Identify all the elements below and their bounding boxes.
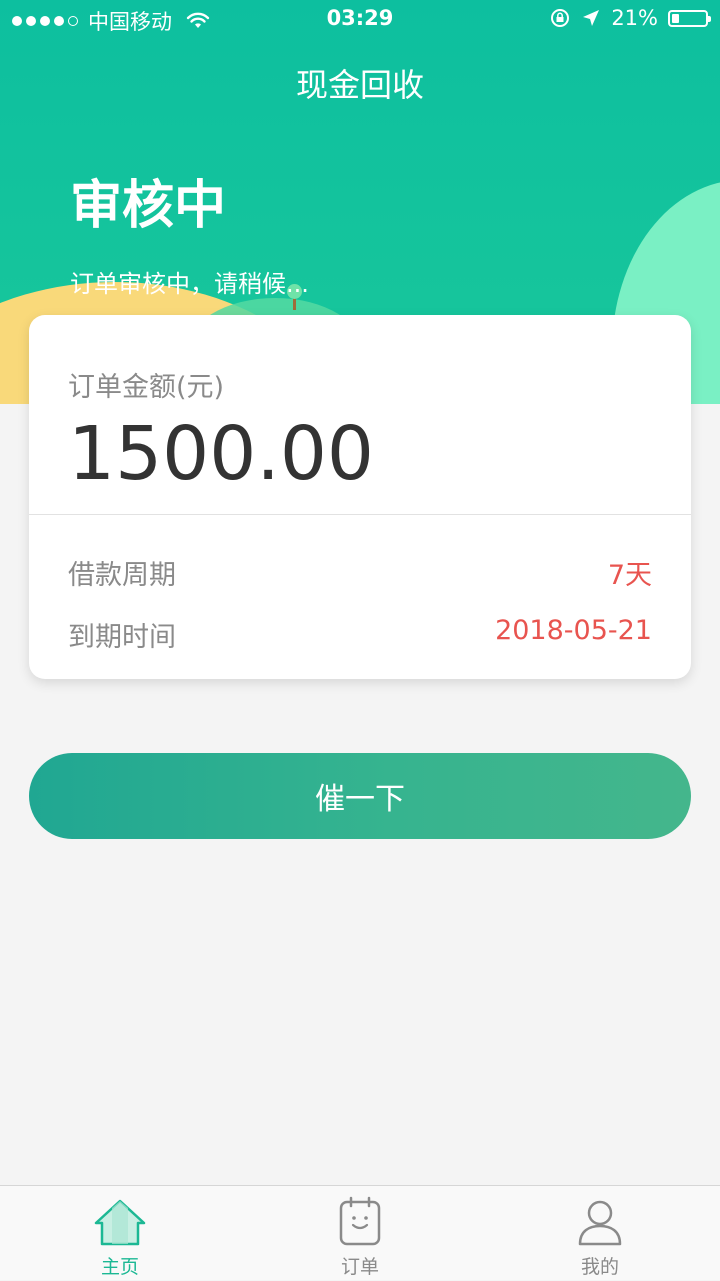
tab-profile[interactable]: 我的 [480, 1186, 720, 1281]
profile-icon [578, 1200, 622, 1246]
due-date-label: 到期时间 [68, 622, 176, 653]
page-title: 现金回收 [295, 66, 424, 104]
home-icon [94, 1199, 146, 1246]
battery-percent: 21% [611, 6, 658, 30]
battery-icon [668, 9, 711, 27]
order-amount-value: 1500.00 [68, 411, 375, 497]
tab-bar: 主页 订单 我的 [0, 1185, 720, 1280]
status-right: 21% [549, 6, 711, 30]
location-arrow-icon [583, 10, 600, 26]
tab-home[interactable]: 主页 [0, 1186, 240, 1281]
order-icon [339, 1196, 381, 1246]
tab-profile-label: 我的 [580, 1256, 619, 1278]
rotation-lock-icon [551, 9, 570, 27]
loan-period-label: 借款周期 [68, 560, 176, 591]
status-bar: 中国移动 03:29 21% [0, 0, 720, 40]
tab-orders-label: 订单 [340, 1256, 379, 1278]
urge-button[interactable]: 催一下 [29, 753, 691, 839]
review-status-subtitle: 订单审核中，请稍候... [70, 270, 309, 298]
order-card: 订单金额(元) 1500.00 借款周期 7天 到期时间 2018-05-21 [29, 315, 691, 679]
battery-level [672, 13, 679, 23]
loan-period-value: 7天 [607, 560, 652, 591]
due-date-value: 2018-05-21 [495, 615, 652, 646]
tab-orders[interactable]: 订单 [240, 1186, 480, 1281]
review-status-title: 审核中 [70, 176, 227, 236]
card-divider [29, 514, 691, 515]
tab-home-label: 主页 [100, 1256, 139, 1278]
order-amount-label: 订单金额(元) [68, 372, 225, 403]
